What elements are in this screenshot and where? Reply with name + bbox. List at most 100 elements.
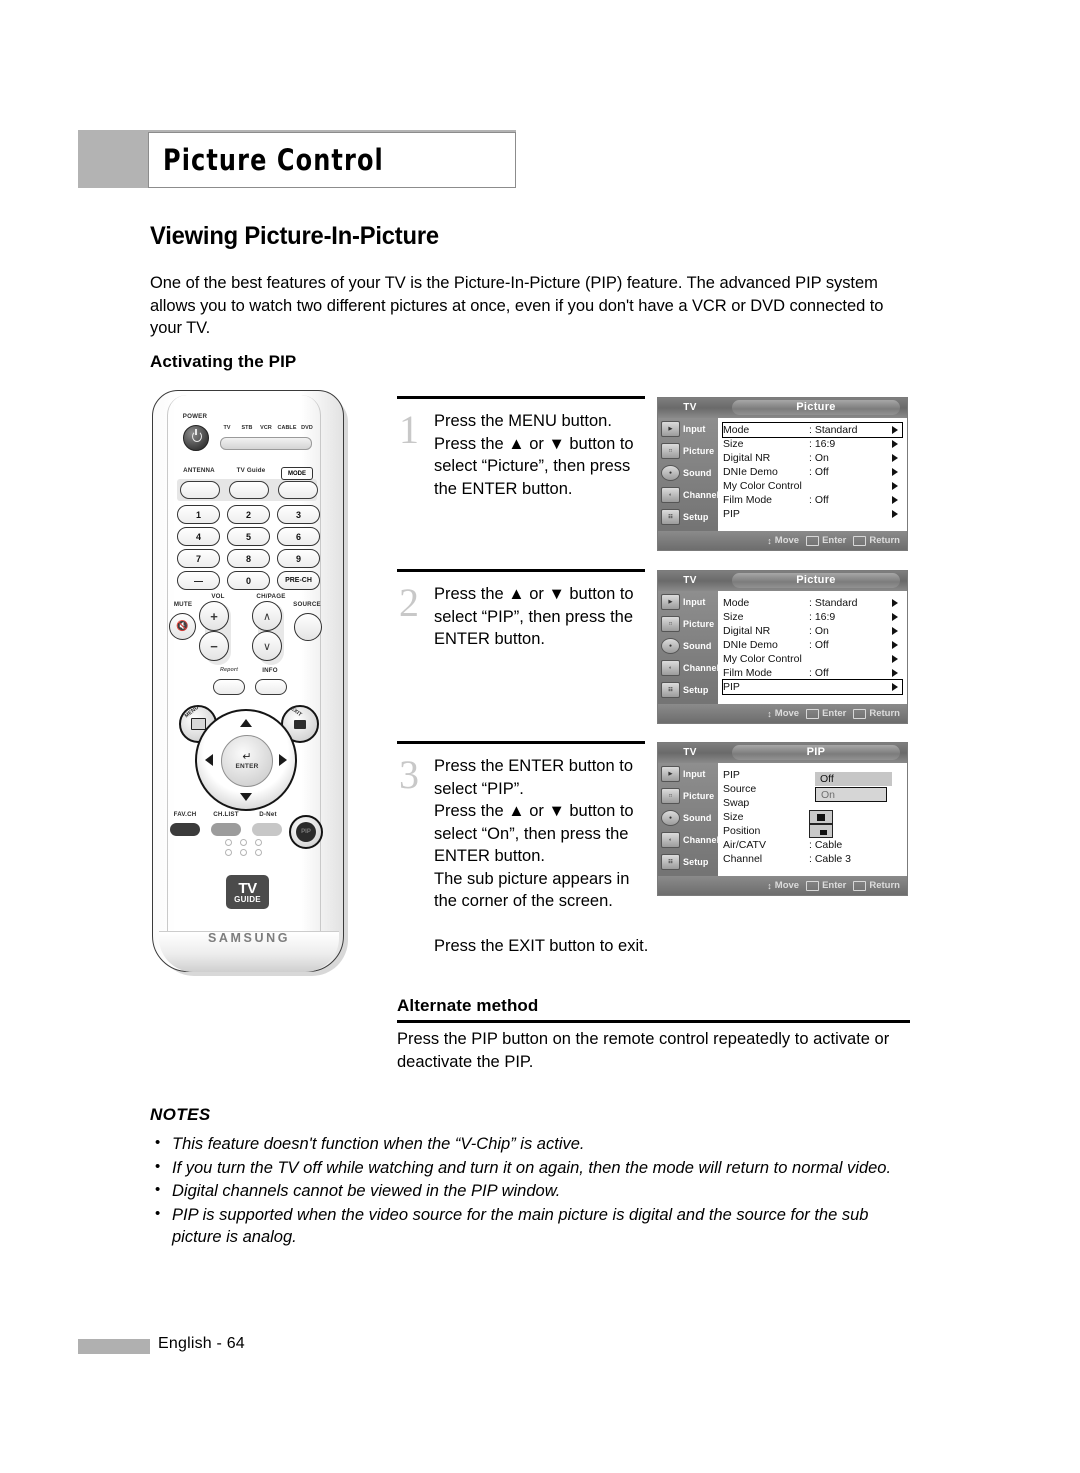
- chevron-right-icon: [892, 599, 898, 607]
- tvguide-button[interactable]: [229, 481, 269, 499]
- sidebar-item-sound[interactable]: ● Sound: [658, 462, 718, 484]
- osd-row[interactable]: My Color Control: [723, 652, 902, 666]
- sidebar-item-input[interactable]: ▶ Input: [658, 591, 718, 613]
- antenna-button[interactable]: [180, 481, 220, 499]
- sidebar-label-input: Input: [683, 424, 706, 434]
- pip-option-on[interactable]: On: [815, 787, 887, 802]
- osd-move-hint: ↕ Move: [767, 535, 799, 546]
- osd-row[interactable]: Digital NR: On: [723, 451, 902, 465]
- key-9[interactable]: 9: [277, 549, 320, 568]
- dpad-left-icon[interactable]: [205, 754, 213, 766]
- pip-size-glyph: [817, 813, 825, 821]
- osd-row[interactable]: Size: 16:9: [723, 610, 902, 624]
- osd-return-label: Return: [869, 535, 900, 546]
- chevron-right-icon: [892, 454, 898, 462]
- sidebar-item-picture[interactable]: □ Picture: [658, 613, 718, 635]
- osd-row[interactable]: Film Mode: Off: [723, 666, 902, 680]
- key-0[interactable]: 0: [227, 571, 270, 590]
- key-1[interactable]: 1: [177, 505, 220, 524]
- tools-icon: ☷: [661, 854, 680, 870]
- osd-return-hint: Return: [853, 880, 900, 891]
- info-button[interactable]: [255, 679, 287, 695]
- sidebar-item-picture[interactable]: □ Picture: [658, 785, 718, 807]
- pip-button[interactable]: PIP: [289, 815, 323, 849]
- pip-size-swatch[interactable]: [809, 810, 833, 824]
- osd-row[interactable]: PIP: [723, 507, 902, 521]
- sidebar-item-channel[interactable]: ◐ Channel: [658, 484, 719, 506]
- dpad-down-icon[interactable]: [240, 793, 252, 801]
- key-5[interactable]: 5: [227, 527, 270, 546]
- sidebar-item-setup[interactable]: ☷ Setup: [658, 851, 718, 873]
- osd-row[interactable]: Film Mode: Off: [723, 493, 902, 507]
- power-button[interactable]: [183, 425, 209, 451]
- sidebar-item-picture[interactable]: □ Picture: [658, 440, 718, 462]
- osd-row[interactable]: Digital NR: On: [723, 624, 902, 638]
- menu-icon: [190, 718, 206, 730]
- volume-up-button[interactable]: +: [199, 601, 229, 631]
- osd-pip-menu: TV PIP ▶ Input □ Picture ● Sound ◐ Channel ☷…: [657, 742, 908, 896]
- key-prech[interactable]: PRE-CH: [277, 571, 320, 590]
- osd-row[interactable]: My Color Control: [723, 479, 902, 493]
- osd-row-label: Digital NR: [723, 625, 771, 637]
- dnet-button[interactable]: [252, 823, 282, 836]
- tvguide-logo-bottom: GUIDE: [234, 894, 261, 904]
- sidebar-item-sound[interactable]: ● Sound: [658, 807, 718, 829]
- mode-button[interactable]: [278, 481, 318, 499]
- bullet-icon: •: [155, 1181, 161, 1198]
- osd-title-3: PIP: [732, 745, 900, 760]
- source-button[interactable]: [294, 613, 322, 641]
- pip-position-swatch[interactable]: [809, 824, 833, 838]
- chapter-title-box: Picture Control: [148, 132, 516, 188]
- mute-button[interactable]: 🔇: [169, 613, 196, 640]
- mute-icon: 🔇: [176, 621, 189, 632]
- tvguide-label: TV Guide: [236, 467, 266, 474]
- osd-row[interactable]: Position: [723, 824, 902, 838]
- osd-row-label: Channel: [723, 853, 763, 865]
- key-8[interactable]: 8: [227, 549, 270, 568]
- osd-row[interactable]: Size: 16:9: [723, 437, 902, 451]
- direction-pad[interactable]: ↵ ENTER: [195, 709, 297, 811]
- osd-return-hint: Return: [853, 535, 900, 546]
- sidebar-item-channel[interactable]: ◐ Channel: [658, 657, 719, 679]
- sidebar-item-input[interactable]: ▶ Input: [658, 418, 718, 440]
- enter-button[interactable]: ↵ ENTER: [221, 735, 273, 787]
- key-3[interactable]: 3: [277, 505, 320, 524]
- sidebar-item-input[interactable]: ▶ Input: [658, 763, 718, 785]
- sidebar-item-setup[interactable]: ☷ Setup: [658, 506, 718, 528]
- key-6[interactable]: 6: [277, 527, 320, 546]
- key-2[interactable]: 2: [227, 505, 270, 524]
- osd-row[interactable]: DNIe Demo: Off: [723, 638, 902, 652]
- tvguide-logo: TV GUIDE: [226, 875, 269, 909]
- key-4[interactable]: 4: [177, 527, 220, 546]
- chlist-button[interactable]: [211, 823, 241, 836]
- channel-up-button[interactable]: ∧: [252, 601, 282, 631]
- osd-row[interactable]: Size: [723, 810, 902, 824]
- key-7[interactable]: 7: [177, 549, 220, 568]
- channel-down-button[interactable]: ∨: [252, 631, 282, 661]
- step-3-number: 3: [399, 752, 419, 797]
- osd-row[interactable]: Air/CATV: Cable: [723, 838, 902, 852]
- step-2-line-3: ENTER button.: [434, 630, 545, 648]
- report-button[interactable]: [213, 679, 245, 695]
- osd-row-label: Position: [723, 825, 761, 837]
- mode-label-dvd: DVD: [301, 425, 313, 431]
- osd-move-label: Move: [774, 708, 800, 719]
- osd-return-label: Return: [869, 880, 900, 891]
- osd-row-value: : Off: [809, 639, 829, 651]
- osd-row[interactable]: Channel: Cable 3: [723, 852, 902, 866]
- favch-button[interactable]: [170, 823, 200, 836]
- dpad-right-icon[interactable]: [279, 754, 287, 766]
- dpad-up-icon[interactable]: [240, 719, 252, 727]
- osd-row[interactable]: DNIe Demo: Off: [723, 465, 902, 479]
- osd-row[interactable]: PIP: [722, 679, 903, 695]
- volume-down-button[interactable]: −: [199, 631, 229, 661]
- osd-row[interactable]: Mode: Standard: [722, 422, 903, 438]
- key-dash[interactable]: —: [177, 571, 220, 590]
- pip-option-off[interactable]: Off: [815, 772, 892, 786]
- sidebar-item-channel[interactable]: ◐ Channel: [658, 829, 719, 851]
- picture-icon: □: [661, 443, 680, 459]
- osd-row-value: : 16:9: [809, 611, 836, 623]
- sidebar-item-setup[interactable]: ☷ Setup: [658, 679, 718, 701]
- osd-row[interactable]: Mode: Standard: [723, 596, 902, 610]
- sidebar-item-sound[interactable]: ● Sound: [658, 635, 718, 657]
